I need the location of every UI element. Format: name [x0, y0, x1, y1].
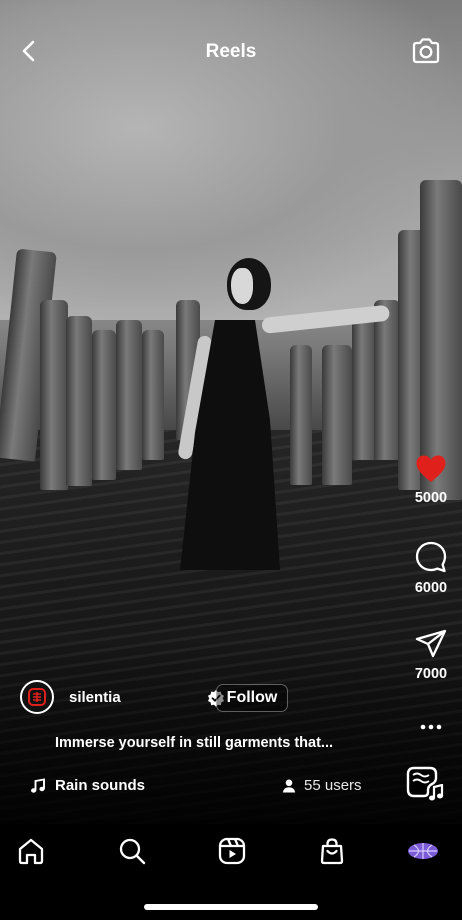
brand-logo-icon [28, 688, 46, 706]
photo-woman-face [231, 268, 253, 304]
page-title: Reels [205, 41, 257, 62]
photo-post [142, 330, 164, 460]
reels-screen: Reels 5000 6000 7000 silentia Follow Imm… [0, 0, 462, 920]
more-icon[interactable] [420, 724, 442, 730]
like-action[interactable]: 5000 [400, 454, 462, 506]
photo-post [116, 320, 142, 470]
camera-icon [412, 38, 440, 64]
comments-count: 6000 [414, 580, 448, 596]
search-icon [119, 838, 146, 865]
audio-row[interactable]: Rain sounds 55 users [30, 776, 370, 798]
audio-users-count: 55 users [304, 777, 362, 794]
photo-post [352, 310, 376, 460]
user-icon [282, 779, 296, 793]
comment-icon[interactable] [414, 540, 448, 574]
camera-button[interactable] [410, 35, 442, 67]
nav-reels[interactable] [217, 836, 247, 866]
comment-action[interactable]: 6000 [400, 540, 462, 596]
photo-post [40, 300, 68, 490]
likes-count: 5000 [414, 490, 448, 506]
photo-post [374, 300, 400, 460]
nav-home[interactable] [16, 836, 46, 866]
follow-button[interactable]: Follow [216, 684, 288, 712]
author-username[interactable]: silentia [69, 689, 121, 706]
bottom-nav [0, 824, 462, 920]
top-bar: Reels [0, 30, 462, 76]
shares-count: 7000 [414, 666, 448, 682]
home-indicator [144, 904, 318, 910]
music-note-icon [31, 778, 45, 793]
more-options-button[interactable] [400, 718, 462, 730]
author-avatar[interactable] [20, 680, 54, 714]
reels-icon [218, 837, 246, 865]
shopping-bag-icon [320, 838, 344, 865]
nav-shop[interactable] [317, 836, 347, 866]
heart-icon[interactable] [415, 454, 447, 484]
author-row: silentia Follow [20, 680, 310, 716]
send-icon[interactable] [414, 628, 448, 660]
nav-profile[interactable] [406, 836, 440, 866]
nav-search[interactable] [117, 836, 147, 866]
photo-post [66, 316, 92, 486]
music-note-icon [429, 784, 444, 801]
photo-post [92, 330, 116, 480]
home-icon [18, 838, 44, 865]
audio-title[interactable]: Rain sounds [55, 777, 145, 794]
photo-post [290, 345, 312, 485]
profile-globe-icon [408, 843, 438, 859]
share-action[interactable]: 7000 [400, 628, 462, 682]
audio-thumbnail[interactable] [404, 764, 444, 802]
post-caption[interactable]: Immerse yourself in still garments that.… [55, 735, 333, 751]
photo-post [420, 180, 462, 500]
photo-post [322, 345, 352, 485]
